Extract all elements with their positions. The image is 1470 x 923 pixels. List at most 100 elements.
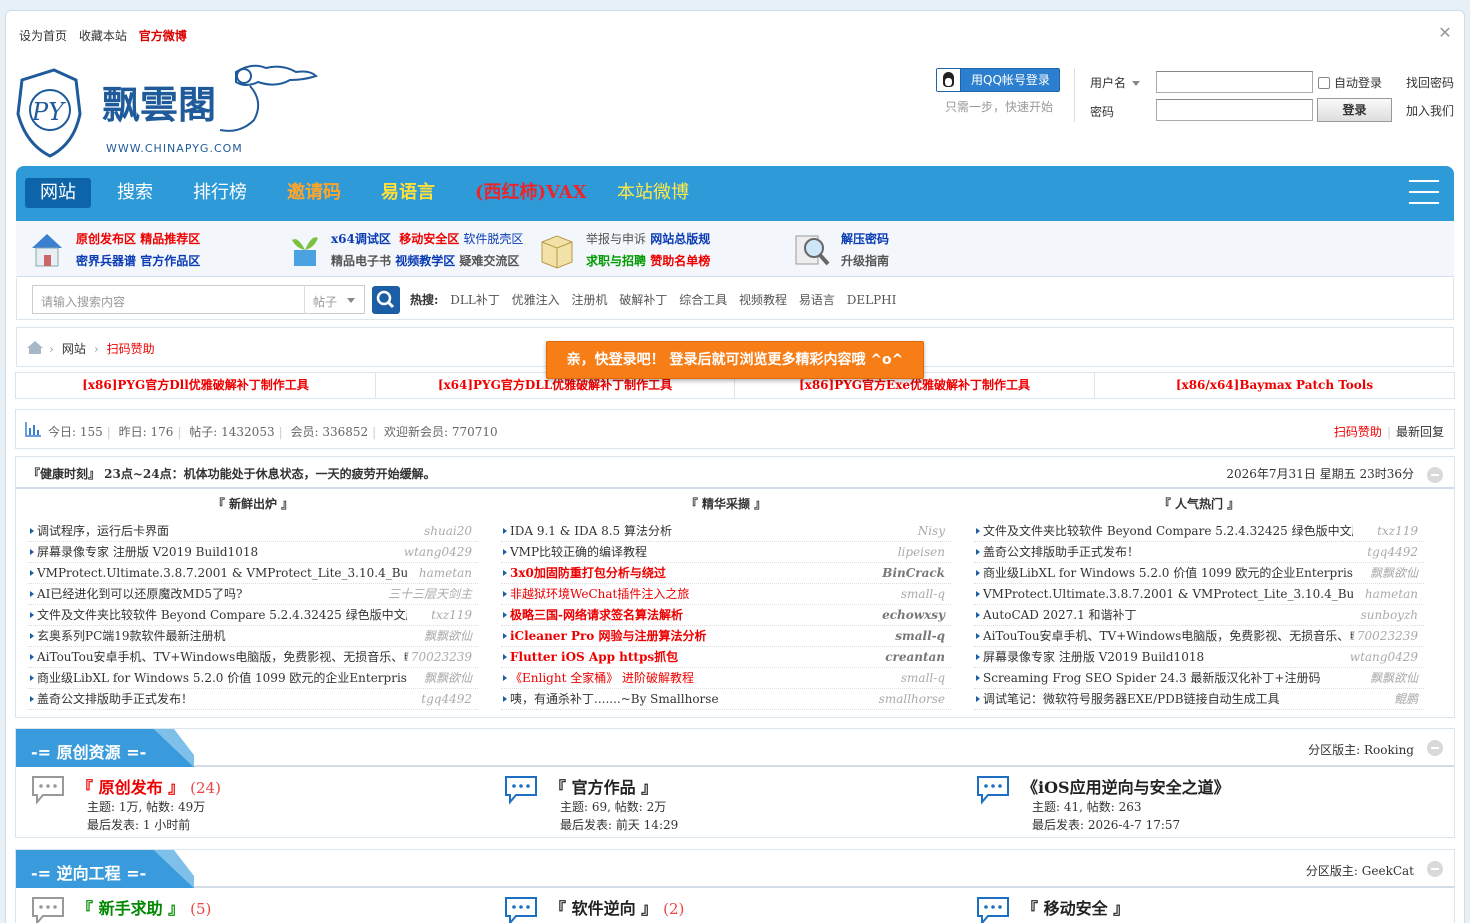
login-toast[interactable]: 亲，快登录吧！ 登录后就可浏览更多精彩内容哦 ^o^	[546, 341, 924, 379]
thread-author[interactable]: txz119	[431, 605, 472, 625]
thread-title[interactable]: Flutter iOS App https抓包	[510, 647, 678, 667]
list-item[interactable]: 非越狱环境WeChat插件注入之旅 small-q	[501, 584, 951, 605]
list-item[interactable]: AiTouTou安卓手机、TV+Windows电脑版，免费影视、无损音乐、电 17…	[28, 647, 478, 668]
nav-item-search[interactable]: 搜索	[117, 181, 153, 205]
thread-title[interactable]: 盖奇公文排版助手正式发布！	[37, 689, 193, 709]
official-weibo-link[interactable]: 官方微博	[139, 29, 187, 43]
link-report[interactable]: 举报与申诉	[586, 232, 646, 246]
thread-title[interactable]: 商业级LibXL for Windows 5.2.0 价值 1099 欧元的企业…	[37, 668, 407, 688]
thread-title[interactable]: 商业级LibXL for Windows 5.2.0 价值 1099 欧元的企业…	[983, 563, 1353, 583]
thread-author[interactable]: 飘飘欲仙	[424, 626, 472, 646]
forum-name[interactable]: 『 官方作品 』	[550, 778, 657, 797]
thread-title[interactable]: 玄奥系列PC端19款软件最新注册机	[37, 626, 226, 646]
thread-author[interactable]: 170023239	[403, 647, 472, 667]
find-password-link[interactable]: 找回密码	[1406, 74, 1454, 91]
list-item[interactable]: 极略三国-网络请求签名算法解析 echowxsy	[501, 605, 951, 626]
list-item[interactable]: 盖奇公文排版助手正式发布！ tgq4492	[28, 689, 478, 710]
close-icon[interactable]: ✕	[1436, 24, 1454, 42]
thread-title[interactable]: 文件及文件夹比较软件 Beyond Compare 5.2.4.32425 绿色…	[983, 521, 1353, 541]
scan-sponsor-link[interactable]: 扫码赞助	[1334, 425, 1382, 439]
collapse-icon[interactable]	[1427, 861, 1443, 877]
link-qa[interactable]: 疑难交流区	[459, 254, 519, 268]
list-item[interactable]: 调试程序，运行后卡界面 shuai20	[28, 521, 478, 542]
forum-name[interactable]: 《iOS应用逆向与安全之道》	[1022, 778, 1230, 797]
thread-title[interactable]: 调试笔记：微软符号服务器EXE/PDB链接自动生成工具	[983, 689, 1280, 709]
nav-item-invite[interactable]: 邀请码	[287, 181, 341, 205]
thread-title[interactable]: iCleaner Pro 网验与注册算法分析	[510, 626, 706, 646]
link-rules[interactable]: 网站总版规	[650, 232, 710, 246]
thread-author[interactable]: echowxsy	[882, 605, 945, 625]
thread-title[interactable]: 调试程序，运行后卡界面	[37, 521, 169, 541]
list-item[interactable]: 玄奥系列PC端19款软件最新注册机 飘飘欲仙	[28, 626, 478, 647]
auto-login-checkbox[interactable]: 自动登录	[1318, 74, 1382, 91]
thread-author[interactable]: shuai20	[424, 521, 472, 541]
link-x64-debug[interactable]: x64调试区	[331, 232, 391, 246]
forum-last-post[interactable]: 最后发表: 1 小时前	[87, 816, 190, 833]
thread-author[interactable]: small-q	[901, 584, 945, 604]
thread-author[interactable]: hametan	[419, 563, 472, 583]
list-item[interactable]: IDA 9.1 & IDA 8.5 算法分析 Nisy	[501, 521, 951, 542]
hot-search-item[interactable]: 优雅注入	[512, 293, 560, 307]
link-sponsors[interactable]: 赞助名单榜	[650, 254, 710, 268]
list-item[interactable]: VMProtect.Ultimate.3.8.7.2001 & VMProtec…	[28, 563, 478, 584]
hot-search-item[interactable]: 破解补丁	[619, 293, 667, 307]
bookmark-link[interactable]: 收藏本站	[79, 29, 127, 43]
search-button[interactable]	[372, 286, 400, 314]
forum-name[interactable]: 『 新手求助 』	[77, 899, 184, 918]
password-input[interactable]	[1156, 99, 1313, 121]
thread-author[interactable]: hametan	[1365, 584, 1418, 604]
thread-author[interactable]: 飘飘欲仙	[1370, 563, 1418, 583]
list-item[interactable]: AutoCAD 2027.1 和谐补丁 sunboyzh	[974, 605, 1424, 626]
thread-author[interactable]: 170023239	[1349, 626, 1418, 646]
thread-title[interactable]: 屏幕录像专家 注册版 V2019 Build1018	[37, 542, 258, 562]
login-button[interactable]: 登录	[1317, 98, 1392, 122]
thread-author[interactable]: 飘飘欲仙	[424, 668, 472, 688]
thread-author[interactable]: lipeisen	[898, 542, 945, 562]
thread-title[interactable]: AutoCAD 2027.1 和谐补丁	[983, 605, 1137, 625]
thread-title[interactable]: 盖奇公文排版助手正式发布！	[983, 542, 1139, 562]
thread-author[interactable]: tgq4492	[421, 689, 472, 709]
nav-item-vax[interactable]: (西红柿)VAX	[475, 181, 587, 205]
thread-title[interactable]: AiTouTou安卓手机、TV+Windows电脑版，免费影视、无损音乐、电	[983, 626, 1353, 646]
join-us-link[interactable]: 加入我们	[1406, 102, 1454, 119]
list-item[interactable]: 文件及文件夹比较软件 Beyond Compare 5.2.4.32425 绿色…	[28, 605, 478, 626]
link-official-works[interactable]: 官方作品区	[140, 254, 200, 268]
link-arsenal[interactable]: 密界兵器谱	[76, 254, 136, 268]
thread-author[interactable]: Nisy	[918, 521, 945, 541]
thread-author[interactable]: wtang0429	[404, 542, 472, 562]
thread-author[interactable]: creantan	[885, 647, 945, 667]
list-item[interactable]: Flutter iOS App https抓包 creantan	[501, 647, 951, 668]
username-type-select[interactable]: 用户名	[1090, 74, 1141, 91]
hot-search-item[interactable]: 注册机	[572, 293, 608, 307]
list-item[interactable]: 《Enlight 全家桶》 进阶破解教程 small-q	[501, 668, 951, 689]
set-homepage-link[interactable]: 设为首页	[19, 29, 67, 43]
list-item[interactable]: 商业级LibXL for Windows 5.2.0 价值 1099 欧元的企业…	[28, 668, 478, 689]
site-logo[interactable]: PY 飘雲閣 WWW.CHINAPYG.COM	[14, 58, 324, 162]
nav-item-weibo[interactable]: 本站微博	[617, 181, 689, 205]
thread-title[interactable]: AI已经进化到可以还原魔改MD5了吗?	[37, 584, 242, 604]
thread-author[interactable]: txz119	[1377, 521, 1418, 541]
link-recommended[interactable]: 精品推荐区	[140, 232, 200, 246]
thread-author[interactable]: wtang0429	[1350, 647, 1418, 667]
list-item[interactable]: 盖奇公文排版助手正式发布！ tgq4492	[974, 542, 1424, 563]
thread-title[interactable]: 3x0加固防重打包分析与绕过	[510, 563, 666, 583]
banner-link[interactable]: [x86]PYG官方Dll优雅破解补丁制作工具	[16, 373, 376, 398]
section-title[interactable]: -= 原创资源 =-	[31, 739, 146, 763]
stat-newest-member[interactable]: 欢迎新会员: 770710	[384, 425, 498, 439]
thread-title[interactable]: VMProtect.Ultimate.3.8.7.2001 & VMProtec…	[37, 563, 407, 583]
nav-item-site[interactable]: 网站	[25, 178, 91, 208]
link-video-teaching[interactable]: 视频教学区	[395, 254, 455, 268]
thread-author[interactable]: sunboyzh	[1361, 605, 1418, 625]
thread-title[interactable]: AiTouTou安卓手机、TV+Windows电脑版，免费影视、无损音乐、电	[37, 647, 407, 667]
link-unzip-password[interactable]: 解压密码	[841, 232, 889, 246]
collapse-icon[interactable]	[1427, 740, 1443, 756]
banner-link[interactable]: [x86/x64]Baymax Patch Tools	[1095, 373, 1454, 398]
thread-author[interactable]: small-q	[901, 668, 945, 688]
hot-search-item[interactable]: 综合工具	[679, 293, 727, 307]
list-item[interactable]: 屏幕录像专家 注册版 V2019 Build1018 wtang0429	[28, 542, 478, 563]
list-item[interactable]: Screaming Frog SEO Spider 24.3 最新版汉化补丁+注…	[974, 668, 1424, 689]
thread-title[interactable]: Screaming Frog SEO Spider 24.3 最新版汉化补丁+注…	[983, 668, 1320, 688]
thread-title[interactable]: 咦，有通杀补丁.......~By Smallhorse	[510, 689, 719, 709]
thread-author[interactable]: 飘飘欲仙	[1370, 668, 1418, 688]
thread-title[interactable]: 极略三国-网络请求签名算法解析	[510, 605, 683, 625]
